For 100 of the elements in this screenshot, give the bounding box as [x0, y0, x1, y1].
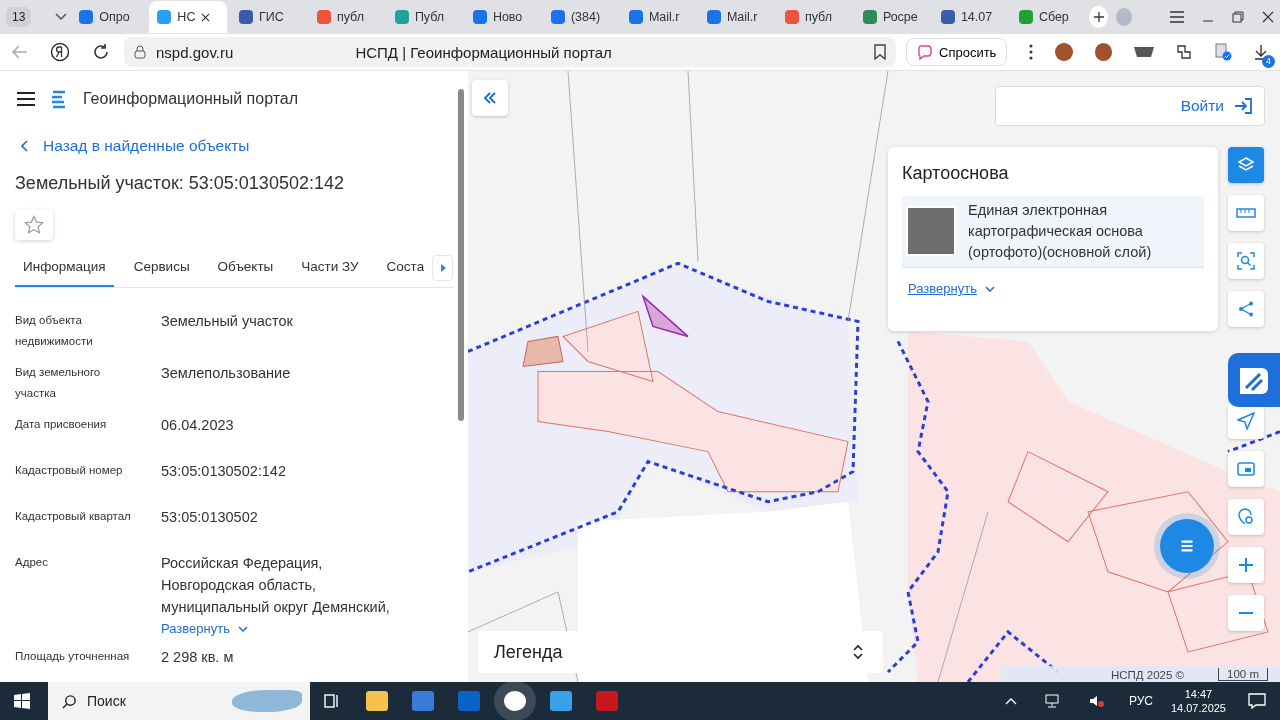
chevron-up-icon[interactable] — [1004, 697, 1017, 705]
field-label: Кадастровый квартал — [15, 509, 132, 524]
browser-tab[interactable]: Опро — [71, 1, 146, 33]
double-chevron-left-icon — [483, 92, 497, 104]
browser-tab[interactable]: Публ — [386, 1, 461, 33]
zoom-out-button[interactable] — [1228, 595, 1264, 631]
navigation-arrow-icon — [1237, 412, 1255, 430]
field-value: 06.04.2023 — [161, 416, 234, 435]
frame-search-icon — [1237, 252, 1255, 270]
field-value: 53:05:0130502:142 — [161, 462, 286, 481]
task-view-icon[interactable] — [324, 693, 340, 709]
browser-logo-icon[interactable] — [50, 42, 70, 62]
bookmark-icon[interactable] — [874, 44, 886, 60]
field-value: Земельный участок — [161, 312, 293, 331]
menu-icon[interactable] — [17, 92, 35, 106]
field-label: Вид объекта недвижимости — [15, 313, 94, 349]
browser-tab[interactable]: Ново — [464, 1, 539, 33]
browser-tab[interactable]: 14.07 — [932, 1, 1007, 33]
tab-count-button[interactable]: 13 — [6, 7, 32, 27]
map-attribution: НСПД 2025 © — [1110, 669, 1185, 681]
info-tab[interactable]: Соста — [378, 254, 433, 287]
browser-tab[interactable]: Mail.r — [620, 1, 695, 33]
legend-title: Легенда — [494, 641, 563, 663]
field-value: Землепользование — [161, 364, 291, 383]
address-bar[interactable]: nspd.gov.ru НСПД | Геоинформационный портал — [124, 37, 896, 67]
page-title: НСПД | Геоинформационный портал — [354, 43, 613, 61]
back-link[interactable]: Назад в найденные объекты — [15, 125, 250, 165]
star-icon — [24, 215, 44, 235]
expand-collapse-icon — [853, 644, 863, 660]
info-tab[interactable]: Части ЗУ — [293, 254, 367, 287]
document-check-icon[interactable] — [1214, 43, 1232, 61]
layers-tool-button[interactable] — [1228, 147, 1264, 183]
ruler-tool-button[interactable] — [1228, 195, 1264, 231]
triangle-right-icon — [439, 263, 446, 272]
field-label: Дата присвоения — [15, 417, 108, 432]
expand-link[interactable]: Развернуть — [908, 281, 1204, 296]
plus-icon — [1238, 557, 1254, 573]
basemap-layer-item[interactable]: Единая электронная картографическая основа (ортофото)(основной слой) — [902, 196, 1204, 268]
field-value: 2 298 кв. м — [161, 648, 234, 667]
browser-tab[interactable]: Mail.r — [698, 1, 773, 33]
info-tab[interactable]: Объекты — [209, 254, 282, 287]
browser-tab[interactable]: публ — [776, 1, 851, 33]
picture-in-picture-button[interactable] — [1228, 451, 1264, 487]
location-button[interactable] — [1228, 403, 1264, 439]
scroll-right-button[interactable] — [432, 254, 453, 281]
close-icon[interactable] — [1262, 11, 1274, 23]
favorite-button[interactable] — [15, 210, 53, 240]
extensions-icon[interactable] — [1176, 44, 1192, 60]
zoom-in-button[interactable] — [1228, 547, 1264, 583]
picture-in-picture-icon — [1237, 462, 1255, 476]
reload-icon[interactable] — [92, 43, 110, 61]
close-icon[interactable] — [201, 12, 211, 22]
start-icon[interactable] — [14, 693, 30, 709]
login-button[interactable]: Войти — [995, 86, 1265, 126]
url-text: nspd.gov.ru — [156, 43, 234, 61]
scrollbar[interactable] — [458, 89, 464, 421]
info-tab[interactable]: Сервисы — [125, 254, 198, 287]
plus-icon — [1093, 12, 1104, 22]
chevron-left-icon — [21, 140, 29, 152]
browser-tab[interactable]: публ — [308, 1, 383, 33]
field-label: Адрес — [15, 555, 49, 570]
expand-link[interactable]: Развернуть — [161, 621, 248, 636]
more-icon[interactable] — [1029, 44, 1034, 60]
browser-tab[interactable]: НС — [149, 1, 227, 33]
browser-tab[interactable]: Сбер — [1010, 1, 1085, 33]
chat-bubble-icon — [917, 44, 933, 60]
new-tab-button[interactable] — [1088, 6, 1109, 28]
info-tab[interactable]: Информация — [15, 254, 114, 287]
download-icon[interactable] — [1254, 44, 1268, 60]
ask-button[interactable]: Спросить — [906, 38, 1008, 66]
login-icon — [1234, 98, 1252, 114]
field-label: Вид земельного участка — [15, 365, 102, 401]
collapse-panel-button[interactable] — [472, 80, 508, 116]
object-title: Земельный участок: 53:05:0130502:142 — [15, 173, 345, 194]
network-icon[interactable] — [1044, 694, 1061, 708]
pin-search-button[interactable] — [1228, 499, 1264, 535]
pin-search-icon — [1237, 508, 1255, 526]
clock[interactable]: 14:47 14.07.2025 — [1170, 687, 1226, 715]
input-language[interactable]: РУС — [1128, 694, 1153, 708]
minus-icon — [1238, 611, 1254, 615]
chevron-down-icon[interactable] — [55, 13, 68, 21]
field-label: Кадастровый номер — [15, 463, 124, 478]
field-label: Площадь уточненная — [15, 649, 131, 664]
speaker-muted-icon[interactable] — [1088, 694, 1105, 708]
lock-icon — [134, 45, 146, 59]
legend-bar[interactable]: Легенда — [478, 631, 883, 673]
assistant-button[interactable] — [1228, 353, 1280, 407]
search-field[interactable]: Поиск — [48, 682, 310, 720]
browser-tab[interactable]: ГИС — [230, 1, 305, 33]
search-icon — [62, 693, 77, 709]
notifications-icon[interactable] — [1248, 693, 1266, 709]
share-button[interactable] — [1228, 291, 1264, 327]
restore-icon[interactable] — [1232, 11, 1244, 23]
area-search-tool-button[interactable] — [1228, 243, 1264, 279]
field-value: 53:05:0130502 — [161, 508, 258, 527]
browser-tab[interactable]: (384) — [542, 1, 617, 33]
browser-tab[interactable]: Росре — [854, 1, 929, 33]
share-icon — [1237, 300, 1255, 318]
chevron-down-icon — [984, 285, 995, 292]
portal-title: Геоинформационный портал — [83, 90, 299, 108]
